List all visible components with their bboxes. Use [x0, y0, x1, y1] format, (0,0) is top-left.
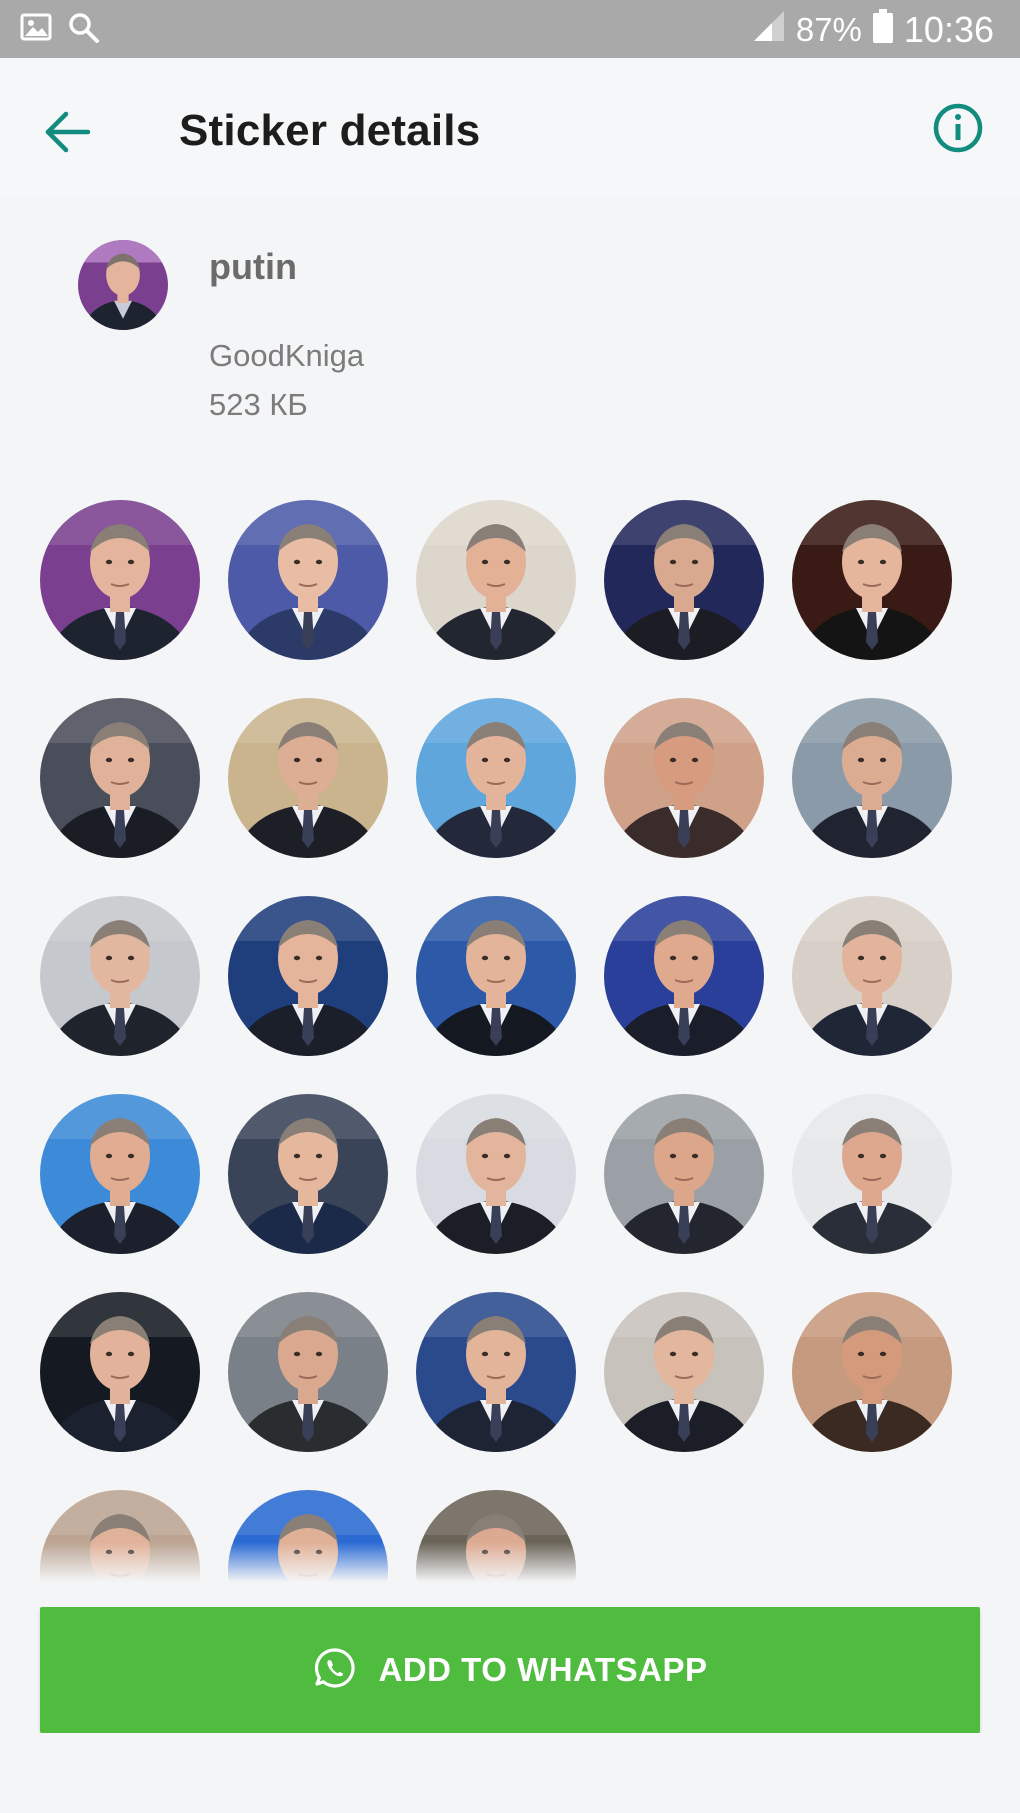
whatsapp-icon: [313, 1646, 357, 1695]
info-icon: [933, 103, 983, 153]
sticker-image: [228, 1094, 388, 1254]
sticker-item[interactable]: [792, 500, 952, 660]
sticker-image: [416, 500, 576, 660]
sticker-item[interactable]: [40, 1292, 200, 1452]
sticker-image: [416, 1292, 576, 1452]
page-title: Sticker details: [179, 106, 481, 155]
signal-icon: [752, 9, 786, 51]
sticker-item[interactable]: [416, 1292, 576, 1452]
sticker-item[interactable]: [792, 698, 952, 858]
clock: 10:36: [903, 9, 994, 50]
sticker-item[interactable]: [228, 1292, 388, 1452]
sticker-image: [792, 1094, 952, 1254]
sticker-image: [416, 1094, 576, 1254]
sticker-item[interactable]: [604, 1094, 764, 1254]
sticker-item[interactable]: [228, 1094, 388, 1254]
sticker-image: [416, 896, 576, 1056]
sticker-item[interactable]: [416, 500, 576, 660]
sticker-item[interactable]: [40, 500, 200, 660]
back-button[interactable]: [40, 104, 96, 160]
search-icon: [66, 10, 100, 49]
sticker-image: [792, 698, 952, 858]
arrow-back-icon: [45, 111, 91, 153]
sticker-image: [228, 896, 388, 1056]
pack-tray-icon: [78, 240, 168, 330]
sticker-image: [40, 1292, 200, 1452]
sticker-item[interactable]: [604, 500, 764, 660]
sticker-item[interactable]: [792, 1292, 952, 1452]
sticker-item[interactable]: [40, 1094, 200, 1254]
sticker-image: [40, 1094, 200, 1254]
sticker-item[interactable]: [792, 1094, 952, 1254]
status-left-icons: [20, 10, 100, 49]
sticker-item[interactable]: [228, 500, 388, 660]
sticker-item[interactable]: [40, 698, 200, 858]
sticker-image: [228, 1292, 388, 1452]
sticker-image: [416, 1490, 576, 1582]
sticker-image: [40, 500, 200, 660]
sticker-item[interactable]: [604, 1292, 764, 1452]
sticker-item[interactable]: [228, 896, 388, 1056]
pack-name: putin: [209, 246, 297, 287]
sticker-image: [228, 1490, 388, 1582]
sticker-item[interactable]: [604, 896, 764, 1056]
sticker-item[interactable]: [40, 896, 200, 1056]
status-bar: 87% 10:36: [0, 0, 1020, 58]
sticker-image: [416, 698, 576, 858]
battery-icon: [872, 8, 894, 52]
battery-percent: 87%: [795, 11, 862, 48]
pack-header: putin GoodKniga 523 КБ: [0, 198, 1020, 458]
sticker-image: [792, 500, 952, 660]
sticker-grid: [40, 500, 980, 1582]
sticker-item[interactable]: [416, 1490, 576, 1582]
sticker-image: [40, 698, 200, 858]
sticker-image: [604, 500, 764, 660]
sticker-item[interactable]: [604, 698, 764, 858]
sticker-image: [792, 896, 952, 1056]
sticker-image: [604, 896, 764, 1056]
sticker-item[interactable]: [416, 698, 576, 858]
sticker-item[interactable]: [416, 1094, 576, 1254]
sticker-image: [40, 896, 200, 1056]
sticker-item[interactable]: [792, 896, 952, 1056]
pack-size: 523 КБ: [209, 387, 308, 422]
sticker-image: [228, 500, 388, 660]
sticker-image: [40, 1490, 200, 1582]
sticker-item[interactable]: [40, 1490, 200, 1582]
bottom-area: [0, 1733, 1020, 1813]
status-right: 87% 10:36: [752, 8, 994, 52]
sticker-item[interactable]: [416, 896, 576, 1056]
gallery-icon: [20, 12, 52, 47]
sticker-image: [604, 1094, 764, 1254]
add-button-label: ADD TO WHATSAPP: [378, 1651, 708, 1688]
pack-publisher: GoodKniga: [209, 338, 365, 373]
sticker-item[interactable]: [228, 1490, 388, 1582]
sticker-image: [792, 1292, 952, 1452]
sticker-image: [604, 698, 764, 858]
add-to-whatsapp-button[interactable]: ADD TO WHATSAPP: [40, 1607, 980, 1733]
sticker-image: [604, 1292, 764, 1452]
sticker-item[interactable]: [228, 698, 388, 858]
app-bar: Sticker details: [0, 58, 1020, 198]
info-button[interactable]: [930, 100, 986, 156]
sticker-image: [228, 698, 388, 858]
